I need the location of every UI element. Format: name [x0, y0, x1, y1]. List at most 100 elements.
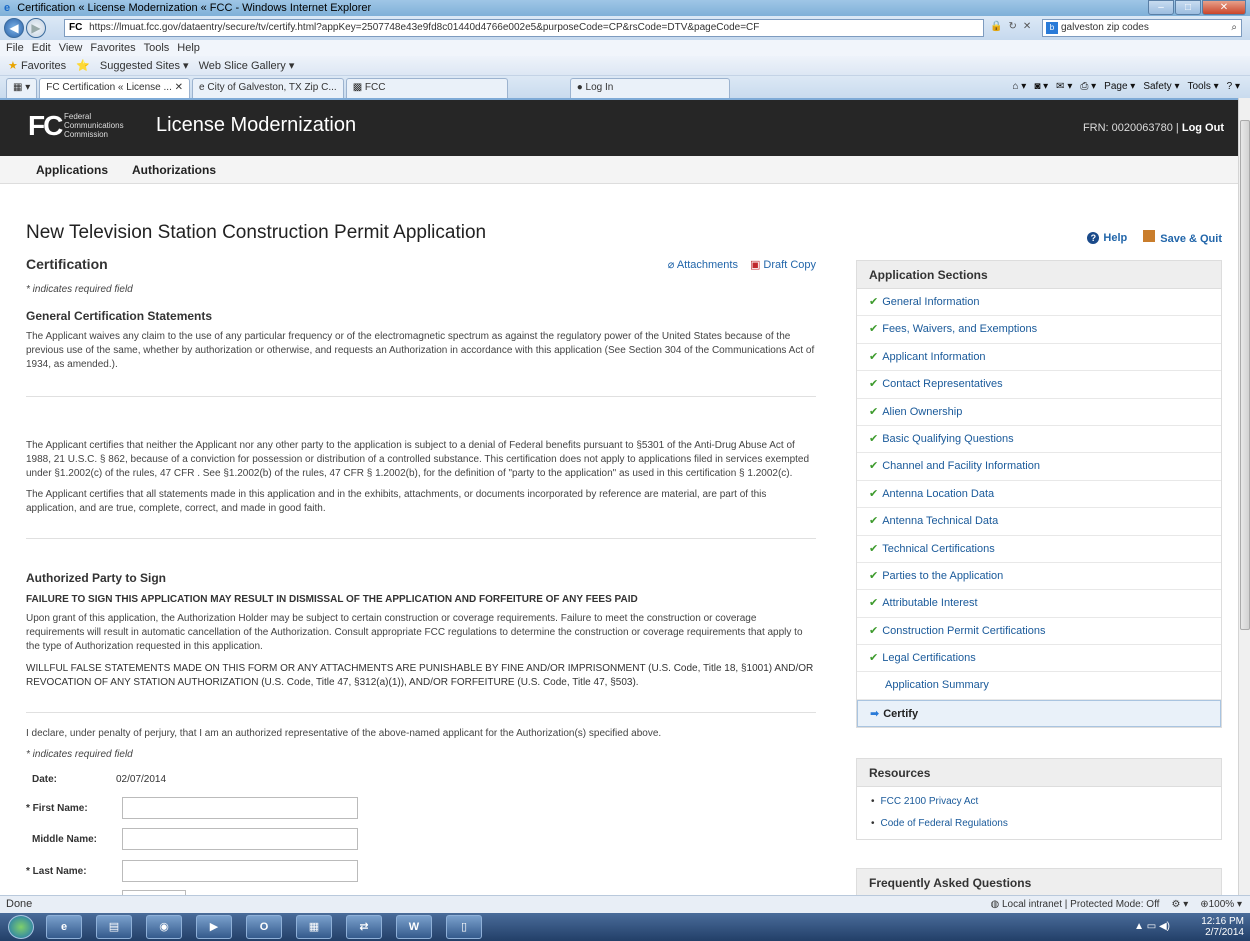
faq-panel: Frequently Asked Questions — [856, 868, 1222, 895]
tab-certification[interactable]: FC Certification « License ... ✕ — [39, 78, 191, 98]
nav-authorizations[interactable]: Authorizations — [132, 156, 216, 183]
network-taskbar-icon[interactable]: ⇄ — [346, 915, 382, 939]
check-icon: ✔ — [869, 378, 879, 391]
forward-button[interactable]: ▶ — [26, 18, 46, 38]
close-button[interactable]: ✕ — [1202, 0, 1246, 15]
favorites-button[interactable]: ★ Favorites — [8, 56, 66, 75]
search-input[interactable]: b galveston zip codes ⌕ — [1042, 19, 1242, 37]
section-application-summary[interactable]: Application Summary — [857, 672, 1221, 700]
back-button[interactable]: ◀ — [4, 18, 24, 38]
explorer-taskbar-icon[interactable]: ▤ — [96, 915, 132, 939]
section-applicant-information[interactable]: ✔ Applicant Information — [857, 344, 1221, 372]
section-label: Channel and Facility Information — [882, 460, 1040, 473]
menu-bar: File Edit View Favorites Tools Help — [0, 40, 1250, 56]
help-menu-icon[interactable]: ? ▾ — [1227, 78, 1240, 96]
address-bar[interactable]: FC https://lmuat.fcc.gov/dataentry/secur… — [64, 19, 984, 37]
section-label: Legal Certifications — [882, 652, 976, 665]
cmd-page[interactable]: Page ▾ — [1104, 78, 1135, 96]
print-icon[interactable]: ⎙ ▾ — [1080, 78, 1096, 96]
logout-link[interactable]: Log Out — [1182, 122, 1224, 134]
section-general-information[interactable]: ✔ General Information — [857, 289, 1221, 317]
favorites-bar: ★ Favorites ⭐ Suggested Sites ▾ Web Slic… — [0, 56, 1250, 76]
last-name-input[interactable] — [122, 860, 358, 882]
section-fees-waivers[interactable]: ✔ Fees, Waivers, and Exemptions — [857, 316, 1221, 344]
fav-web-slice-gallery[interactable]: Web Slice Gallery ▾ — [199, 56, 295, 75]
section-alien-ownership[interactable]: ✔ Alien Ownership — [857, 399, 1221, 426]
section-certify[interactable]: ➡ Certify — [857, 699, 1221, 728]
chrome-taskbar-icon[interactable]: ◉ — [146, 915, 182, 939]
section-channel-facility[interactable]: ✔ Channel and Facility Information — [857, 453, 1221, 481]
refresh-icon[interactable]: ↻ — [1008, 21, 1016, 32]
menu-help[interactable]: Help — [177, 40, 200, 56]
divider — [26, 396, 816, 397]
tray-icons[interactable]: ▲ ▭ ◀) — [1134, 921, 1170, 932]
status-right: ◍ Local intranet | Protected Mode: Off ⚙… — [990, 896, 1242, 913]
resource-privacy-act[interactable]: • FCC 2100 Privacy Act — [857, 791, 1221, 813]
outlook-taskbar-icon[interactable]: O — [246, 915, 282, 939]
section-contact-representatives[interactable]: ✔ Contact Representatives — [857, 371, 1221, 399]
main-nav: Applications Authorizations — [0, 156, 1238, 184]
middle-name-row: Middle Name: — [26, 828, 358, 850]
maximize-button[interactable]: □ — [1175, 0, 1201, 15]
ie-taskbar-icon[interactable]: e — [46, 915, 82, 939]
help-link[interactable]: ? Help — [1087, 231, 1127, 244]
material-statement: The Applicant certifies that all stateme… — [26, 489, 767, 514]
tab-fcc[interactable]: ▩ FCC — [345, 78, 508, 98]
section-technical-certifications[interactable]: ✔ Technical Certifications — [857, 536, 1221, 563]
fcc-logo[interactable]: FC — [28, 110, 63, 142]
vertical-scrollbar[interactable] — [1238, 98, 1250, 895]
lock-icon[interactable]: 🔒 — [990, 21, 1002, 32]
cmd-safety[interactable]: Safety ▾ — [1143, 78, 1179, 96]
tab-log-in[interactable]: ● Log In — [569, 78, 730, 98]
section-parties[interactable]: ✔ Parties to the Application — [857, 563, 1221, 591]
minimize-button[interactable]: – — [1148, 0, 1174, 15]
menu-tools[interactable]: Tools — [144, 40, 170, 56]
resource-label: FCC 2100 Privacy Act — [880, 796, 979, 808]
logo-text-line: Communications — [64, 121, 124, 130]
nav-applications[interactable]: Applications — [36, 156, 108, 183]
check-icon: ✔ — [869, 405, 879, 418]
date-value: 02/07/2014 — [116, 774, 167, 785]
stop-icon[interactable]: ✕ — [1023, 21, 1031, 32]
section-cp-certifications[interactable]: ✔ Construction Permit Certifications — [857, 618, 1221, 646]
search-icon[interactable]: ⌕ — [1231, 20, 1237, 36]
attachments-link[interactable]: ⌀ Attachments — [668, 258, 738, 271]
home-icon[interactable]: ⌂ ▾ — [1012, 78, 1026, 96]
cmd-tools[interactable]: Tools ▾ — [1187, 78, 1218, 96]
add-favorite-icon[interactable]: ⭐ — [76, 56, 90, 75]
tab-galveston[interactable]: e City of Galveston, TX Zip C... — [192, 78, 344, 98]
resource-cfr[interactable]: • Code of Federal Regulations — [857, 813, 1221, 835]
start-button[interactable] — [8, 915, 34, 939]
media-taskbar-icon[interactable]: ▶ — [196, 915, 232, 939]
security-zone[interactable]: ◍ Local intranet | Protected Mode: Off — [990, 896, 1159, 913]
menu-edit[interactable]: Edit — [32, 40, 51, 56]
favorites-label: Favorites — [20, 60, 67, 72]
search-text: galveston zip codes — [1061, 22, 1149, 33]
section-basic-qualifying-questions[interactable]: ✔ Basic Qualifying Questions — [857, 426, 1221, 454]
menu-file[interactable]: File — [6, 40, 24, 56]
save-quit-link[interactable]: Save & Quit — [1143, 230, 1222, 245]
word-taskbar-icon[interactable]: W — [396, 915, 432, 939]
section-legal-certifications[interactable]: ✔ Legal Certifications — [857, 645, 1221, 673]
draft-copy-link[interactable]: ▣ Draft Copy — [750, 258, 816, 271]
section-attributable-interest[interactable]: ✔ Attributable Interest — [857, 590, 1221, 618]
feeds-icon[interactable]: ◙ ▾ — [1034, 78, 1048, 96]
menu-favorites[interactable]: Favorites — [90, 40, 135, 56]
quick-tabs-icon[interactable]: ▦ ▾ — [6, 78, 38, 98]
system-clock[interactable]: 12:16 PM 2/7/2014 — [1201, 916, 1244, 938]
document-taskbar-icon[interactable]: ▯ — [446, 915, 482, 939]
address-row: ◀ ▶ FC https://lmuat.fcc.gov/dataentry/s… — [0, 16, 1250, 40]
middle-name-input[interactable] — [122, 828, 358, 850]
menu-view[interactable]: View — [59, 40, 83, 56]
scrollbar-thumb[interactable] — [1240, 120, 1250, 630]
app-taskbar-icon[interactable]: ▦ — [296, 915, 332, 939]
mail-icon[interactable]: ✉ ▾ — [1056, 78, 1072, 96]
page-title: New Television Station Construction Perm… — [26, 222, 487, 243]
fav-suggested-sites[interactable]: Suggested Sites ▾ — [100, 56, 189, 75]
first-name-label: * First Name: — [26, 802, 88, 814]
protected-mode-icon[interactable]: ⚙ ▾ — [1171, 896, 1188, 913]
zoom-control[interactable]: ⊕100% ▾ — [1200, 896, 1242, 913]
first-name-input[interactable] — [122, 797, 358, 819]
section-antenna-technical[interactable]: ✔ Antenna Technical Data — [857, 508, 1221, 536]
section-antenna-location[interactable]: ✔ Antenna Location Data — [857, 481, 1221, 509]
